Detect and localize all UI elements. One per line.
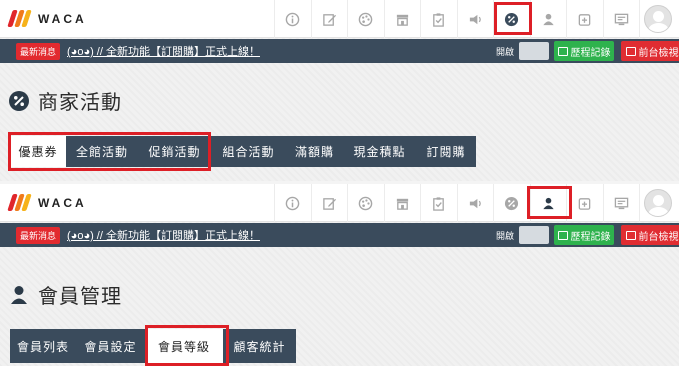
logo-text: WACA <box>38 12 87 26</box>
monitor-icon <box>625 46 636 56</box>
add-window-icon[interactable] <box>566 0 603 38</box>
open-toggle[interactable] <box>519 42 549 60</box>
user-avatar-button[interactable] <box>639 184 676 222</box>
highlight-member-level-tab <box>145 325 229 366</box>
tab-customer-stats[interactable]: 顧客統計 <box>223 329 296 363</box>
monitor-icon[interactable] <box>602 0 640 38</box>
avatar <box>643 5 672 33</box>
front-view-button-label: 前台檢視 <box>638 231 679 243</box>
info-icon[interactable] <box>274 184 311 222</box>
page-title: 會員管理 <box>8 280 122 309</box>
discount-icon <box>9 90 29 111</box>
front-view-button[interactable]: 前台檢視 <box>621 41 679 61</box>
open-label: 開啟 <box>496 47 515 57</box>
user-avatar-button[interactable] <box>639 0 676 38</box>
waca-logo[interactable]: WACA <box>7 190 87 216</box>
news-bar: 最新消息 (◕o◕) // 全新功能【訂閱購】正式上線！ 開啟 歷程記錄 前台檢… <box>0 223 679 247</box>
palette-icon[interactable] <box>347 0 384 38</box>
clipboard-check-icon[interactable] <box>420 0 457 38</box>
history-button-label: 歷程記錄 <box>570 47 611 59</box>
open-toggle[interactable] <box>519 226 549 244</box>
waca-logo[interactable]: WACA <box>7 6 87 32</box>
highlight-tabs <box>8 132 211 171</box>
news-link[interactable]: (◕o◕) // 全新功能【訂閱購】正式上線！ <box>67 43 260 59</box>
toolbar-icons <box>274 184 676 222</box>
store-icon[interactable] <box>383 0 421 38</box>
history-button-label: 歷程記錄 <box>570 231 611 243</box>
store-icon[interactable] <box>383 184 421 222</box>
top-navbar: WACA <box>0 0 679 38</box>
highlight-discount-icon <box>494 2 532 35</box>
page-title-text: 商家活動 <box>38 92 122 114</box>
monitor-icon[interactable] <box>602 184 640 222</box>
discount-icon[interactable] <box>493 184 530 222</box>
megaphone-icon[interactable] <box>456 0 494 38</box>
tab-member-settings[interactable]: 會員設定 <box>76 329 145 363</box>
tab-spend-threshold[interactable]: 滿額購 <box>286 136 343 167</box>
waca-logo-mark <box>7 193 34 213</box>
news-bar: 最新消息 (◕o◕) // 全新功能【訂閱購】正式上線！ 開啟 歷程記錄 前台檢… <box>0 39 679 63</box>
page-title: 商家活動 <box>8 86 122 115</box>
history-button[interactable]: 歷程記錄 <box>554 41 614 61</box>
news-badge: 最新消息 <box>16 42 61 60</box>
logo-text: WACA <box>38 196 87 210</box>
front-view-button[interactable]: 前台檢視 <box>621 225 679 245</box>
panel-merchant-activities: WACA 最新消息 (◕o◕) // 全新功能【訂閱購】正式上線！ 開啟 歷程記… <box>0 0 679 181</box>
waca-logo-mark <box>7 9 34 29</box>
monitor-icon <box>625 230 636 240</box>
tab-bundle[interactable]: 組合活動 <box>211 136 286 167</box>
tab-member-list[interactable]: 會員列表 <box>10 329 76 363</box>
history-icon <box>557 46 568 56</box>
palette-icon[interactable] <box>347 184 384 222</box>
toolbar-icons <box>274 0 676 38</box>
news-link[interactable]: (◕o◕) // 全新功能【訂閱購】正式上線！ <box>67 227 260 243</box>
avatar <box>643 189 672 217</box>
tab-cash-points[interactable]: 現金積點 <box>343 136 416 167</box>
user-icon[interactable] <box>529 0 567 38</box>
front-view-button-label: 前台檢視 <box>638 47 679 59</box>
edit-icon[interactable] <box>310 184 348 222</box>
history-button[interactable]: 歷程記錄 <box>554 225 614 245</box>
news-badge: 最新消息 <box>16 226 61 244</box>
info-icon[interactable] <box>274 0 311 38</box>
tab-subscription[interactable]: 訂閱購 <box>416 136 476 167</box>
clipboard-check-icon[interactable] <box>420 184 457 222</box>
megaphone-icon[interactable] <box>456 184 494 222</box>
highlight-user-icon <box>527 186 572 219</box>
user-icon <box>11 285 27 304</box>
panel-member-management: WACA 最新消息 (◕o◕) // 全新功能【訂閱購】正式上線！ 開啟 歷程記… <box>0 184 679 366</box>
page-title-text: 會員管理 <box>38 286 122 308</box>
edit-icon[interactable] <box>310 0 348 38</box>
top-navbar: WACA <box>0 184 679 222</box>
history-icon <box>557 230 568 240</box>
open-label: 開啟 <box>496 231 515 241</box>
